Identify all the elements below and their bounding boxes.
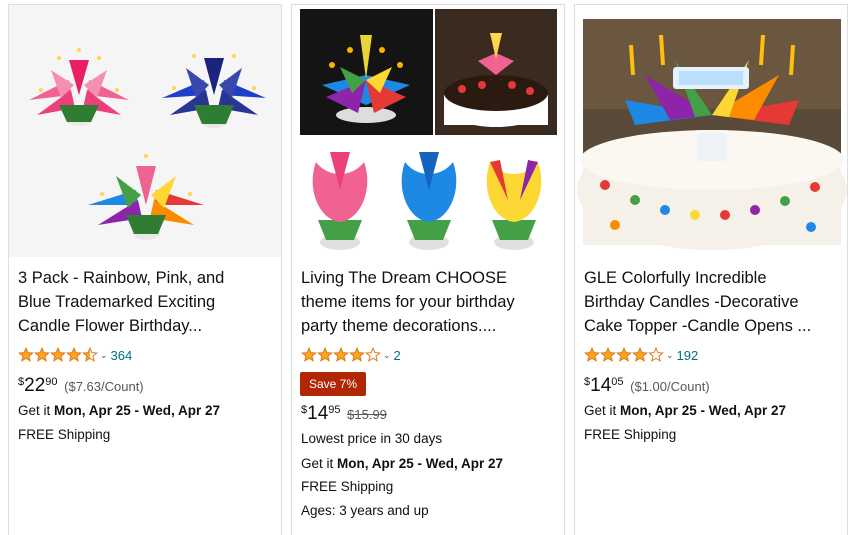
review-count[interactable]: 192 [677,348,699,363]
title-line[interactable]: GLE Colorfully Incredible [584,266,839,290]
price-whole: 14 [590,375,612,396]
rating[interactable]: ⌄ 192 [584,345,698,365]
star-icon [301,347,317,362]
star-icon [82,347,98,362]
price[interactable]: $2290 ($7.63/Count) [18,375,144,397]
review-count[interactable]: 364 [111,348,133,363]
star-icon [66,347,82,362]
star-icon [50,347,66,362]
star-icon [34,347,50,362]
star-icon [349,347,365,362]
star-icon [632,347,648,362]
delivery-info: Get it Mon, Apr 25 - Wed, Apr 27 [18,403,220,418]
title-line[interactable]: Birthday Candles -Decorative [584,290,839,314]
star-icon [317,347,333,362]
product-image[interactable] [9,5,281,257]
price[interactable]: $1405 ($1.00/Count) [584,375,710,397]
shipping-info: FREE Shipping [584,427,677,442]
star-icon [18,347,34,362]
product-title[interactable]: 3 Pack - Rainbow, Pink, and Blue Tradema… [18,266,273,338]
star-icon [600,347,616,362]
price-symbol: $ [18,376,25,388]
delivery-info: Get it Mon, Apr 25 - Wed, Apr 27 [301,456,503,471]
product-title[interactable]: Living The Dream CHOOSE theme items for … [301,266,556,338]
price-fraction: 90 [45,376,58,388]
product-title[interactable]: GLE Colorfully Incredible Birthday Candl… [584,266,839,338]
title-line[interactable]: Cake Topper -Candle Opens ... [584,314,839,338]
delivery-prefix: Get it [18,403,55,418]
title-line[interactable]: party theme decorations.... [301,314,556,338]
star-icon [333,347,349,362]
unit-price: ($7.63/Count) [64,379,144,394]
delivery-dates: Mon, Apr 25 - Wed, Apr 27 [337,456,504,471]
price-symbol: $ [584,376,591,388]
deal-badge: Save 7% [300,372,367,396]
star-rating[interactable] [301,347,381,363]
rating[interactable]: ⌄ 364 [18,345,132,365]
age-range: Ages: 3 years and up [301,503,429,518]
shipping-info: FREE Shipping [18,427,111,442]
title-line[interactable]: theme items for your birthday [301,290,556,314]
review-count[interactable]: 2 [394,348,401,363]
chevron-down-icon[interactable]: ⌄ [666,350,674,361]
price-whole: 14 [307,403,329,424]
delivery-dates: Mon, Apr 25 - Wed, Apr 27 [620,403,787,418]
list-price: $15.99 [347,407,387,422]
title-line[interactable]: Blue Trademarked Exciting [18,290,273,314]
star-icon [616,347,632,362]
lowest-price-note: Lowest price in 30 days [301,431,443,446]
star-rating[interactable] [18,347,98,363]
product-image[interactable] [575,5,847,257]
product-card[interactable]: Living The Dream CHOOSE theme items for … [291,4,565,535]
product-image[interactable] [292,5,564,257]
rating[interactable]: ⌄ 2 [301,345,401,365]
delivery-info: Get it Mon, Apr 25 - Wed, Apr 27 [584,403,786,418]
title-line[interactable]: 3 Pack - Rainbow, Pink, and [18,266,273,290]
price-symbol: $ [301,404,308,416]
star-icon [648,347,664,362]
delivery-prefix: Get it [584,403,621,418]
chevron-down-icon[interactable]: ⌄ [383,350,391,361]
unit-price: ($1.00/Count) [630,379,710,394]
delivery-dates: Mon, Apr 25 - Wed, Apr 27 [54,403,221,418]
price-whole: 22 [24,375,46,396]
shipping-info: FREE Shipping [301,479,394,494]
title-line[interactable]: Living The Dream CHOOSE [301,266,556,290]
star-icon [584,347,600,362]
price-fraction: 95 [328,404,341,416]
product-card[interactable]: GLE Colorfully Incredible Birthday Candl… [574,4,848,535]
title-line[interactable]: Candle Flower Birthday... [18,314,273,338]
price-fraction: 05 [611,376,624,388]
star-icon [365,347,381,362]
star-rating[interactable] [584,347,664,363]
product-card[interactable]: 3 Pack - Rainbow, Pink, and Blue Tradema… [8,4,282,535]
price[interactable]: $1495 $15.99 [301,403,387,425]
chevron-down-icon[interactable]: ⌄ [100,350,108,361]
delivery-prefix: Get it [301,456,338,471]
